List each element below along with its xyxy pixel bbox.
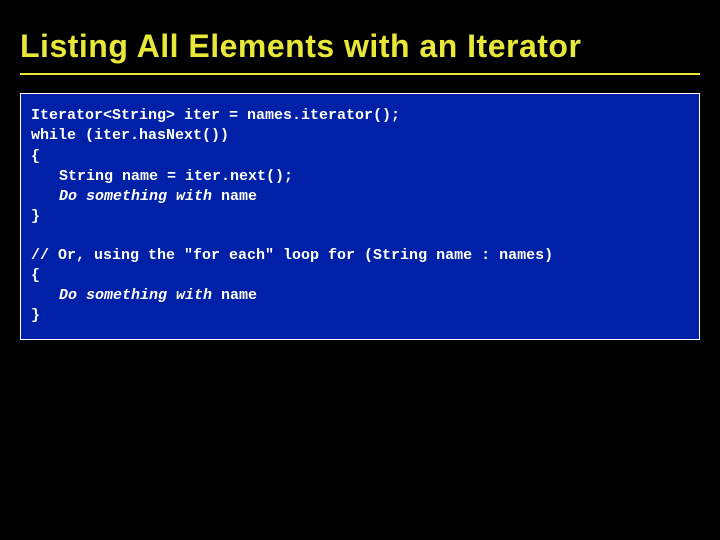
slide-title: Listing All Elements with an Iterator (20, 28, 700, 75)
code-line: Do something with name (59, 187, 689, 207)
slide-container: Listing All Elements with an Iterator It… (0, 0, 720, 540)
code-line: { (31, 147, 689, 167)
code-line: { (31, 266, 689, 286)
code-box: Iterator<String> iter = names.iterator()… (20, 93, 700, 340)
code-italic: Do something with (59, 287, 212, 304)
code-line: } (31, 207, 689, 227)
code-line: String name = iter.next(); (59, 167, 689, 187)
code-blank-line (31, 228, 689, 246)
code-text: name (212, 188, 257, 205)
code-italic: Do something with (59, 188, 212, 205)
code-line: // Or, using the "for each" loop for (St… (31, 246, 689, 266)
code-text: name (212, 287, 257, 304)
code-line: Iterator<String> iter = names.iterator()… (31, 106, 689, 126)
code-line: while (iter.hasNext()) (31, 126, 689, 146)
code-line: Do something with name (59, 286, 689, 306)
code-line: } (31, 306, 689, 326)
